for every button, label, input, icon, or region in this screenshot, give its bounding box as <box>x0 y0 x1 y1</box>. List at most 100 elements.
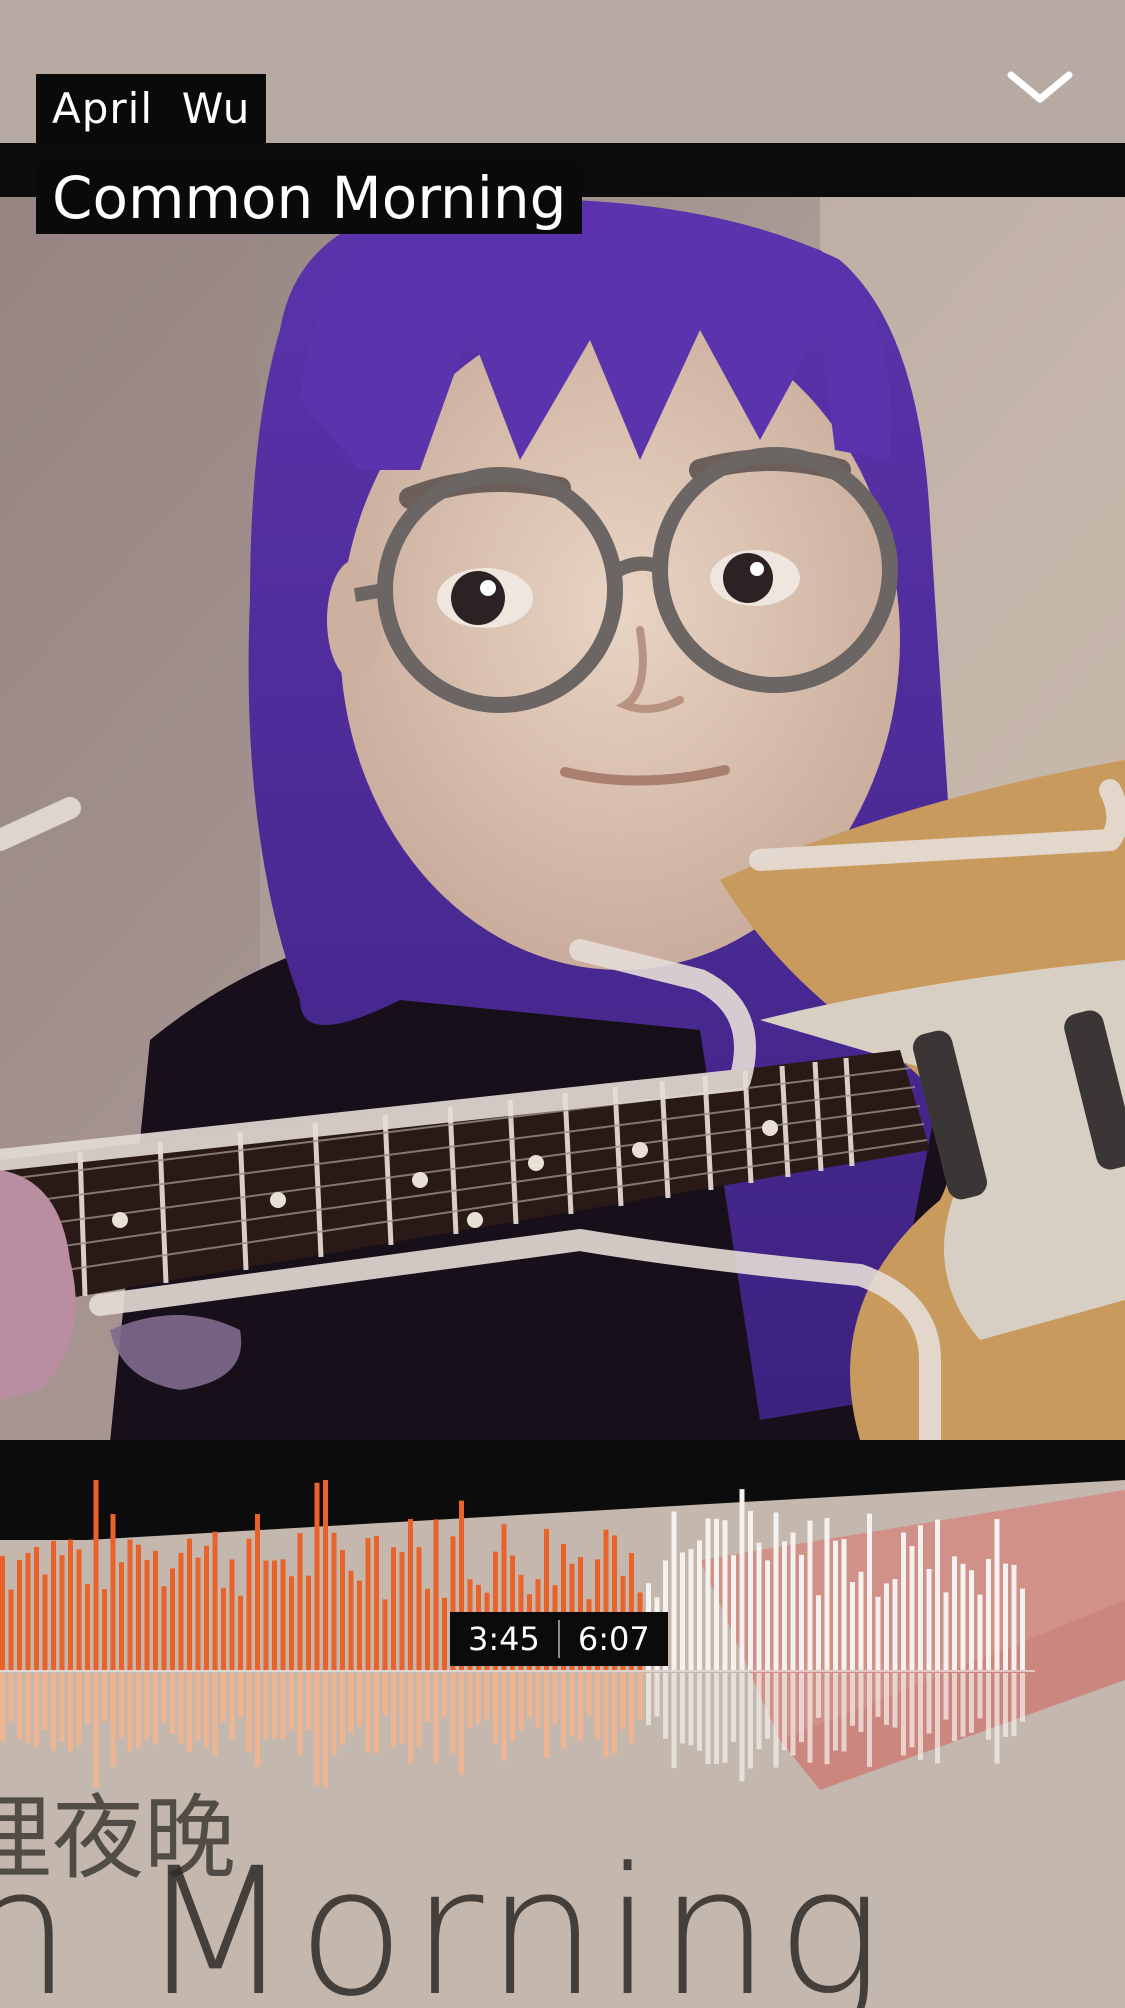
waveform-bar <box>238 1595 243 1670</box>
waveform-reflection-bar <box>935 1673 940 1764</box>
now-playing-screen: 浬夜晚 n Morning April Wu Common Morning 3:… <box>0 0 1125 2008</box>
waveform-reflection-bar <box>501 1673 507 1761</box>
waveform-bar <box>153 1550 158 1670</box>
track-title[interactable]: Common Morning <box>36 162 583 234</box>
waveform-bar <box>782 1541 787 1670</box>
waveform-reflection-bar <box>365 1673 371 1753</box>
waveform-bar <box>59 1555 65 1670</box>
waveform-bar <box>161 1586 167 1670</box>
waveform-reflection-bar <box>1011 1673 1017 1737</box>
waveform-reflection-bar <box>467 1673 473 1728</box>
waveform-bar <box>8 1589 14 1670</box>
waveform-bar <box>323 1480 328 1670</box>
waveform-reflection-bar <box>450 1673 456 1754</box>
waveform-bar <box>816 1595 821 1670</box>
waveform-bar <box>68 1539 73 1670</box>
waveform-bar <box>1011 1564 1017 1670</box>
waveform-bar <box>331 1532 337 1670</box>
waveform-reflection-bar <box>875 1673 881 1717</box>
artist-name[interactable]: April Wu <box>36 74 267 144</box>
waveform-reflection-bar <box>25 1673 31 1744</box>
waveform-bar <box>765 1560 770 1670</box>
waveform-reflection-bar <box>697 1673 702 1751</box>
waveform-reflection-bar <box>977 1673 983 1719</box>
waveform-reflection-bar <box>926 1673 932 1734</box>
waveform-reflection-bar <box>340 1673 345 1745</box>
waveform-reflection-bar <box>187 1673 192 1752</box>
waveform-reflection-bar <box>314 1673 320 1786</box>
waveform-reflection-bar <box>110 1673 116 1767</box>
waveform-reflection-bar <box>722 1673 728 1763</box>
waveform-bar <box>212 1531 218 1670</box>
waveform-bar <box>994 1518 1000 1670</box>
waveform-reflection-bar <box>289 1673 294 1730</box>
waveform-reflection-bar <box>0 1673 5 1742</box>
waveform-bar <box>926 1569 932 1670</box>
waveform-reflection-bar <box>765 1673 770 1739</box>
waveform-reflection-bar <box>654 1673 660 1717</box>
waveform-reflection-bar <box>68 1673 73 1752</box>
waveform-bar <box>170 1568 175 1670</box>
waveform-reflection-bar <box>433 1673 439 1764</box>
waveform-reflection-bar <box>280 1673 286 1740</box>
waveform-bar <box>1003 1563 1008 1670</box>
waveform-bar <box>850 1581 855 1670</box>
waveform-bar <box>416 1547 422 1670</box>
waveform-reflection-bar <box>425 1673 430 1722</box>
waveform-reflection-bar <box>901 1673 906 1756</box>
waveform-reflection-bar <box>646 1673 651 1726</box>
waveform-bar <box>756 1542 762 1670</box>
waveform-bar <box>306 1575 311 1670</box>
waveform-reflection-bar <box>323 1673 328 1787</box>
waveform-reflection-bar <box>391 1673 396 1747</box>
waveform-reflection-bar <box>909 1673 915 1748</box>
waveform-reflection-bar <box>459 1673 464 1775</box>
waveform-bar <box>136 1544 141 1670</box>
waveform-reflection-bar <box>238 1673 243 1718</box>
waveform-reflection-bar <box>884 1673 889 1725</box>
waveform-bar <box>17 1560 22 1670</box>
waveform-reflection-bar <box>42 1673 48 1731</box>
waveform-reflection-bar <box>144 1673 150 1740</box>
waveform-bar <box>340 1550 345 1670</box>
waveform-bar <box>739 1489 745 1670</box>
waveform-reflection-bar <box>102 1673 107 1722</box>
waveform-bar <box>705 1518 711 1670</box>
waveform-reflection-bar <box>153 1673 158 1745</box>
waveform-bar <box>42 1574 48 1670</box>
waveform-bar <box>85 1584 90 1670</box>
waveform-reflection-bar <box>136 1673 141 1749</box>
waveform-bar <box>807 1520 813 1670</box>
total-duration: 6:07 <box>577 1620 650 1658</box>
waveform-reflection-bar <box>748 1673 753 1769</box>
waveform-reflection-bar <box>561 1673 566 1749</box>
elapsed-time: 3:45 <box>468 1620 540 1658</box>
waveform-reflection-bar <box>612 1673 617 1754</box>
waveform-reflection-bar <box>994 1673 1000 1764</box>
waveform-bar <box>272 1560 277 1670</box>
waveform-bar <box>773 1512 779 1670</box>
waveform-bar <box>875 1596 881 1670</box>
time-display: 3:45 6:07 <box>450 1612 668 1666</box>
waveform-reflection-bar <box>799 1673 804 1743</box>
waveform-bar <box>935 1519 940 1670</box>
waveform-reflection-bar <box>382 1673 388 1716</box>
waveform-reflection-bar <box>1020 1673 1025 1722</box>
waveform-reflection-bar <box>85 1673 90 1725</box>
waveform-reflection-bar <box>263 1673 269 1739</box>
waveform-reflection-bar <box>348 1673 354 1733</box>
waveform-bar <box>280 1559 286 1670</box>
collapse-player-button[interactable] <box>995 52 1085 122</box>
waveform-bar <box>977 1594 983 1670</box>
waveform-bar <box>144 1559 150 1670</box>
waveform-reflection-bar <box>297 1673 303 1756</box>
waveform-reflection-bar <box>93 1673 99 1787</box>
waveform-reflection-bar <box>195 1673 201 1741</box>
waveform-reflection-bar <box>51 1673 56 1751</box>
waveform-reflection-bar <box>442 1673 447 1717</box>
waveform-bar <box>391 1547 396 1670</box>
waveform-reflection-bar <box>170 1673 175 1734</box>
waveform-reflection-bar <box>204 1673 209 1748</box>
waveform-bar <box>841 1539 847 1670</box>
waveform-reflection-bar <box>756 1673 762 1750</box>
